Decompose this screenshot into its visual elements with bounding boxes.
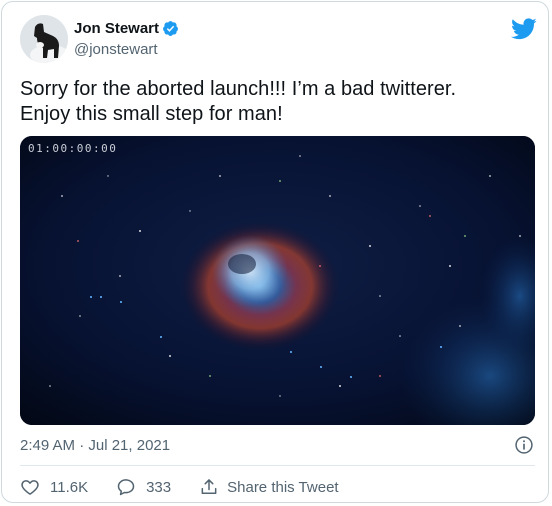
tweet-text: Sorry for the aborted launch!!! I’m a ba… [20, 77, 535, 127]
tweet-card: Jon Stewart @jonstewart Sorry for the ab… [1, 1, 549, 503]
tweet-video[interactable]: 01:00:00:00 [20, 136, 535, 425]
author-row[interactable]: Jon Stewart [74, 20, 179, 37]
tweet-text-line: Sorry for the aborted launch!!! I’m a ba… [20, 78, 457, 100]
divider [20, 465, 535, 466]
like-count: 11.6K [50, 478, 89, 496]
video-timecode: 01:00:00:00 [28, 142, 118, 155]
share-button[interactable]: Share this Tweet [199, 477, 339, 497]
heart-icon [21, 480, 39, 495]
share-icon [201, 479, 217, 494]
avatar[interactable] [20, 15, 68, 63]
user-handle[interactable]: @jonstewart [74, 41, 158, 58]
like-button[interactable]: 11.6K [20, 477, 88, 497]
tweet-timestamp[interactable]: 2:49 AM · Jul 21, 2021 [20, 437, 170, 454]
share-label: Share this Tweet [227, 478, 339, 496]
display-name[interactable]: Jon Stewart [74, 20, 159, 37]
tweet-actions: 11.6K 333 Share this Tweet [20, 476, 367, 498]
reply-icon [117, 479, 135, 496]
reply-count: 333 [146, 478, 172, 496]
tweet-text-line: Enjoy this small step for man! [20, 103, 283, 125]
reply-button[interactable]: 333 [116, 477, 171, 497]
avatar-image [20, 15, 68, 63]
video-frame-nebula [20, 136, 535, 425]
verified-badge-icon [163, 21, 178, 36]
info-icon[interactable] [514, 435, 534, 455]
twitter-bird-icon[interactable] [511, 18, 537, 40]
